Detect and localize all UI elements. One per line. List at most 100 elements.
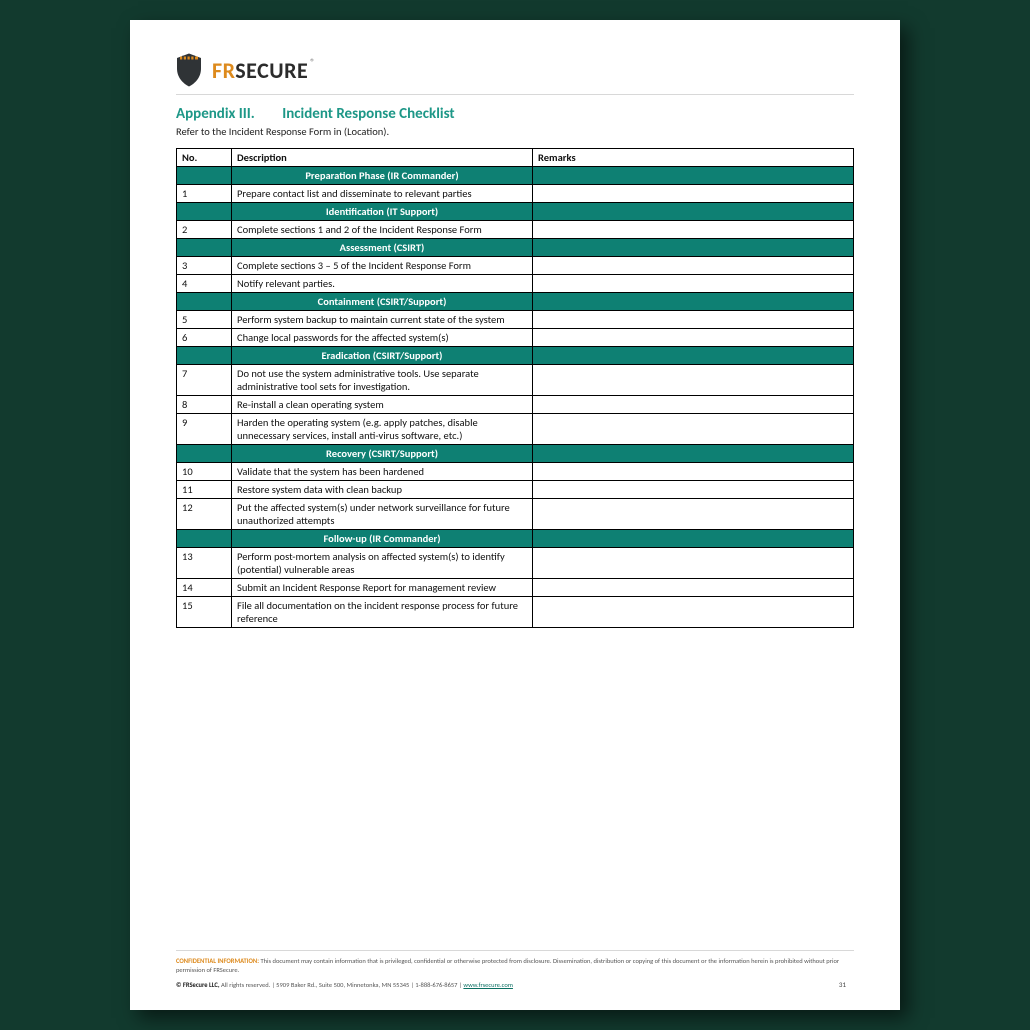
confidential-text: This document may contain information th… — [176, 957, 839, 974]
cell-rem — [533, 221, 854, 239]
table-row: 10Validate that the system has been hard… — [177, 463, 854, 481]
section-blank-no — [177, 445, 232, 463]
cell-rem — [533, 311, 854, 329]
section-label: Assessment (CSIRT) — [232, 239, 533, 257]
page-title: Appendix III. Incident Response Checklis… — [176, 105, 854, 123]
cell-no: 2 — [177, 221, 232, 239]
section-blank-no — [177, 530, 232, 548]
footer-divider — [176, 950, 854, 951]
page-number: 31 — [839, 980, 846, 990]
brand-logo: FRSECURE® — [174, 52, 854, 88]
page-subtitle: Refer to the Incident Response Form in (… — [176, 125, 854, 138]
cell-rem — [533, 414, 854, 445]
table-row: 7Do not use the system administrative to… — [177, 365, 854, 396]
section-row: Assessment (CSIRT) — [177, 239, 854, 257]
section-label: Eradication (CSIRT/Support) — [232, 347, 533, 365]
page-footer: CONFIDENTIAL INFORMATION: This document … — [176, 946, 854, 990]
cell-desc: Perform system backup to maintain curren… — [232, 311, 533, 329]
section-blank-rem — [533, 167, 854, 185]
cell-no: 5 — [177, 311, 232, 329]
section-label: Containment (CSIRT/Support) — [232, 293, 533, 311]
cell-rem — [533, 481, 854, 499]
section-blank-rem — [533, 239, 854, 257]
cell-no: 12 — [177, 499, 232, 530]
cell-rem — [533, 597, 854, 628]
cell-rem — [533, 548, 854, 579]
confidential-label: CONFIDENTIAL INFORMATION: — [176, 957, 259, 965]
cell-desc: Put the affected system(s) under network… — [232, 499, 533, 530]
section-row: Follow-up (IR Commander) — [177, 530, 854, 548]
cell-rem — [533, 275, 854, 293]
section-label: Identification (IT Support) — [232, 203, 533, 221]
cell-rem — [533, 185, 854, 203]
cell-desc: Validate that the system has been harden… — [232, 463, 533, 481]
cell-desc: File all documentation on the incident r… — [232, 597, 533, 628]
document-page: FRSECURE® Appendix III. Incident Respons… — [130, 20, 900, 1010]
section-blank-rem — [533, 347, 854, 365]
cell-no: 15 — [177, 597, 232, 628]
section-row: Preparation Phase (IR Commander) — [177, 167, 854, 185]
cell-no: 10 — [177, 463, 232, 481]
section-blank-no — [177, 239, 232, 257]
table-row: 4Notify relevant parties. — [177, 275, 854, 293]
cell-rem — [533, 579, 854, 597]
header-desc: Description — [232, 149, 533, 167]
cell-rem — [533, 365, 854, 396]
cell-no: 11 — [177, 481, 232, 499]
brand-secure: SECURE — [235, 57, 308, 84]
brand-text: FRSECURE® — [212, 57, 315, 84]
table-row: 11Restore system data with clean backup — [177, 481, 854, 499]
cell-rem — [533, 257, 854, 275]
section-label: Follow-up (IR Commander) — [232, 530, 533, 548]
table-row: 8Re-install a clean operating system — [177, 396, 854, 414]
cell-rem — [533, 396, 854, 414]
cell-desc: Prepare contact list and disseminate to … — [232, 185, 533, 203]
checklist-table: No. Description Remarks Preparation Phas… — [176, 148, 854, 628]
section-blank-rem — [533, 530, 854, 548]
table-row: 9Harden the operating system (e.g. apply… — [177, 414, 854, 445]
title-name: Incident Response Checklist — [282, 105, 454, 123]
cell-no: 8 — [177, 396, 232, 414]
cell-desc: Complete sections 1 and 2 of the Inciden… — [232, 221, 533, 239]
cell-desc: Change local passwords for the affected … — [232, 329, 533, 347]
table-row: 1Prepare contact list and disseminate to… — [177, 185, 854, 203]
appendix-label: Appendix III. — [176, 105, 255, 123]
cell-desc: Harden the operating system (e.g. apply … — [232, 414, 533, 445]
cell-desc: Complete sections 3 – 5 of the Incident … — [232, 257, 533, 275]
cell-desc: Re-install a clean operating system — [232, 396, 533, 414]
header-rem: Remarks — [533, 149, 854, 167]
section-blank-no — [177, 347, 232, 365]
cell-no: 9 — [177, 414, 232, 445]
section-label: Recovery (CSIRT/Support) — [232, 445, 533, 463]
section-blank-rem — [533, 293, 854, 311]
cell-desc: Do not use the system administrative too… — [232, 365, 533, 396]
section-blank-no — [177, 203, 232, 221]
section-row: Recovery (CSIRT/Support) — [177, 445, 854, 463]
website-link[interactable]: www.frsecure.com — [463, 981, 513, 989]
cell-no: 3 — [177, 257, 232, 275]
copyright-line: © FRSecure LLC, All rights reserved. | 5… — [176, 981, 854, 990]
table-row: 2Complete sections 1 and 2 of the Incide… — [177, 221, 854, 239]
cell-no: 7 — [177, 365, 232, 396]
section-blank-rem — [533, 445, 854, 463]
cell-no: 1 — [177, 185, 232, 203]
section-blank-no — [177, 293, 232, 311]
cell-rem — [533, 499, 854, 530]
section-row: Eradication (CSIRT/Support) — [177, 347, 854, 365]
table-header-row: No. Description Remarks — [177, 149, 854, 167]
table-row: 6Change local passwords for the affected… — [177, 329, 854, 347]
cell-rem — [533, 329, 854, 347]
cell-no: 6 — [177, 329, 232, 347]
table-row: 3Complete sections 3 – 5 of the Incident… — [177, 257, 854, 275]
section-row: Containment (CSIRT/Support) — [177, 293, 854, 311]
cell-no: 4 — [177, 275, 232, 293]
header-no: No. — [177, 149, 232, 167]
copyright-text: © FRSecure LLC, — [176, 981, 220, 989]
cell-no: 14 — [177, 579, 232, 597]
section-row: Identification (IT Support) — [177, 203, 854, 221]
cell-desc: Perform post-mortem analysis on affected… — [232, 548, 533, 579]
shield-icon — [174, 52, 204, 88]
table-row: 5Perform system backup to maintain curre… — [177, 311, 854, 329]
section-blank-rem — [533, 203, 854, 221]
cell-no: 13 — [177, 548, 232, 579]
